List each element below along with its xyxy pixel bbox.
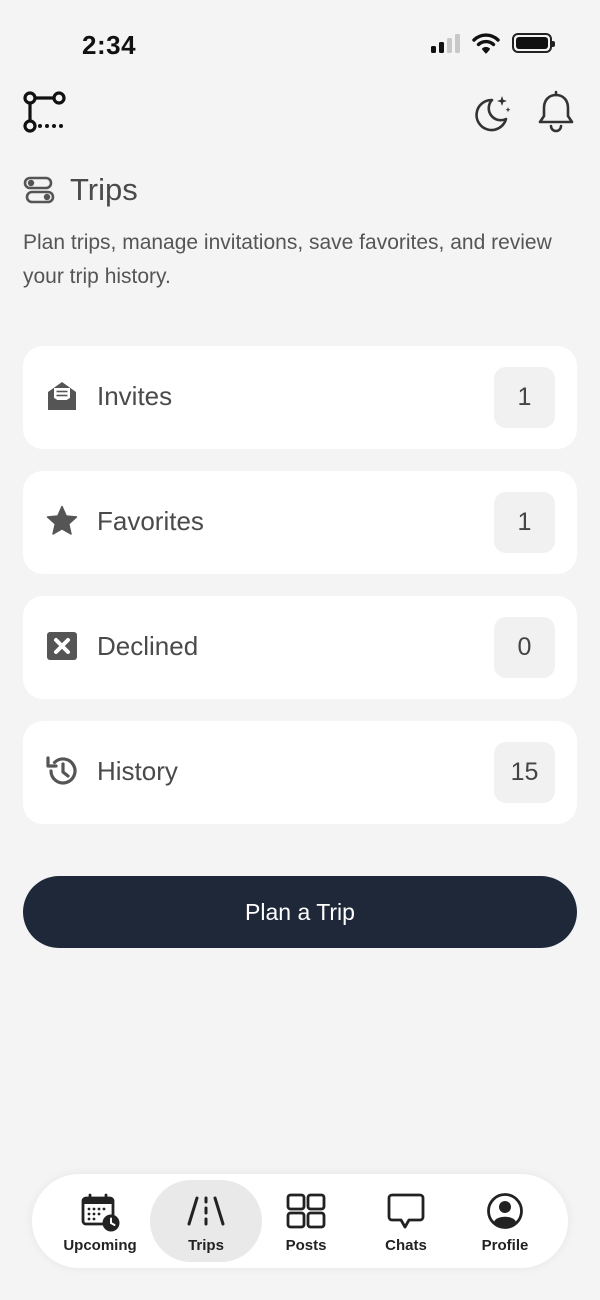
history-icon bbox=[46, 756, 77, 785]
nav-label: Chats bbox=[385, 1237, 427, 1254]
nav-label: Posts bbox=[285, 1237, 327, 1254]
invites-card[interactable]: Invites 1 bbox=[23, 346, 577, 449]
card-label: Invites bbox=[97, 381, 173, 411]
card-count-badge: 1 bbox=[494, 367, 555, 428]
card-count-badge: 0 bbox=[494, 617, 555, 678]
page-title-row: Trips bbox=[22, 172, 138, 208]
bell-icon[interactable] bbox=[534, 90, 578, 134]
status-bar: 2:34 bbox=[0, 0, 600, 80]
route-icon[interactable] bbox=[22, 88, 70, 136]
card-count-badge: 1 bbox=[494, 492, 555, 553]
card-label: History bbox=[97, 756, 178, 786]
nav-label: Trips bbox=[188, 1237, 224, 1254]
nav-label: Profile bbox=[481, 1237, 529, 1254]
status-icons bbox=[431, 32, 555, 54]
plan-a-trip-button[interactable]: Plan a Trip bbox=[23, 876, 577, 948]
cellular-signal-icon bbox=[431, 33, 460, 53]
nav-item-chats[interactable]: Chats bbox=[350, 1180, 462, 1262]
chat-bubble-icon bbox=[387, 1193, 425, 1229]
nav-item-profile[interactable]: Profile bbox=[449, 1180, 561, 1262]
declined-card[interactable]: Declined 0 bbox=[23, 596, 577, 699]
road-icon bbox=[187, 1196, 225, 1226]
moon-stars-icon[interactable] bbox=[470, 92, 512, 134]
card-label: Declined bbox=[97, 631, 199, 661]
nav-label: Upcoming bbox=[63, 1237, 137, 1254]
star-icon bbox=[46, 505, 78, 535]
favorites-card[interactable]: Favorites 1 bbox=[23, 471, 577, 574]
card-count-badge: 15 bbox=[494, 742, 555, 803]
history-card[interactable]: History 15 bbox=[23, 721, 577, 824]
card-label: Favorites bbox=[97, 506, 204, 536]
status-time: 2:34 bbox=[82, 30, 137, 60]
nav-item-upcoming[interactable]: Upcoming bbox=[44, 1180, 156, 1262]
page-description: Plan trips, manage invitations, save fav… bbox=[23, 231, 552, 288]
user-circle-icon bbox=[487, 1193, 523, 1229]
battery-icon bbox=[512, 33, 555, 53]
x-square-icon bbox=[47, 632, 77, 660]
calendar-clock-icon bbox=[81, 1193, 120, 1232]
sliders-route-icon bbox=[23, 176, 55, 204]
grid-icon bbox=[286, 1193, 326, 1229]
envelope-open-icon bbox=[48, 382, 76, 410]
app-header bbox=[0, 86, 600, 138]
wifi-icon bbox=[472, 33, 500, 54]
nav-item-posts[interactable]: Posts bbox=[250, 1180, 362, 1262]
nav-item-trips[interactable]: Trips bbox=[150, 1180, 262, 1262]
bottom-nav: Upcoming Trips Posts Chats Profile bbox=[32, 1174, 568, 1268]
trips-screen: 2:34 Trips Plan trips, manage invitation… bbox=[0, 0, 600, 1300]
page-title: Trips bbox=[70, 172, 138, 207]
